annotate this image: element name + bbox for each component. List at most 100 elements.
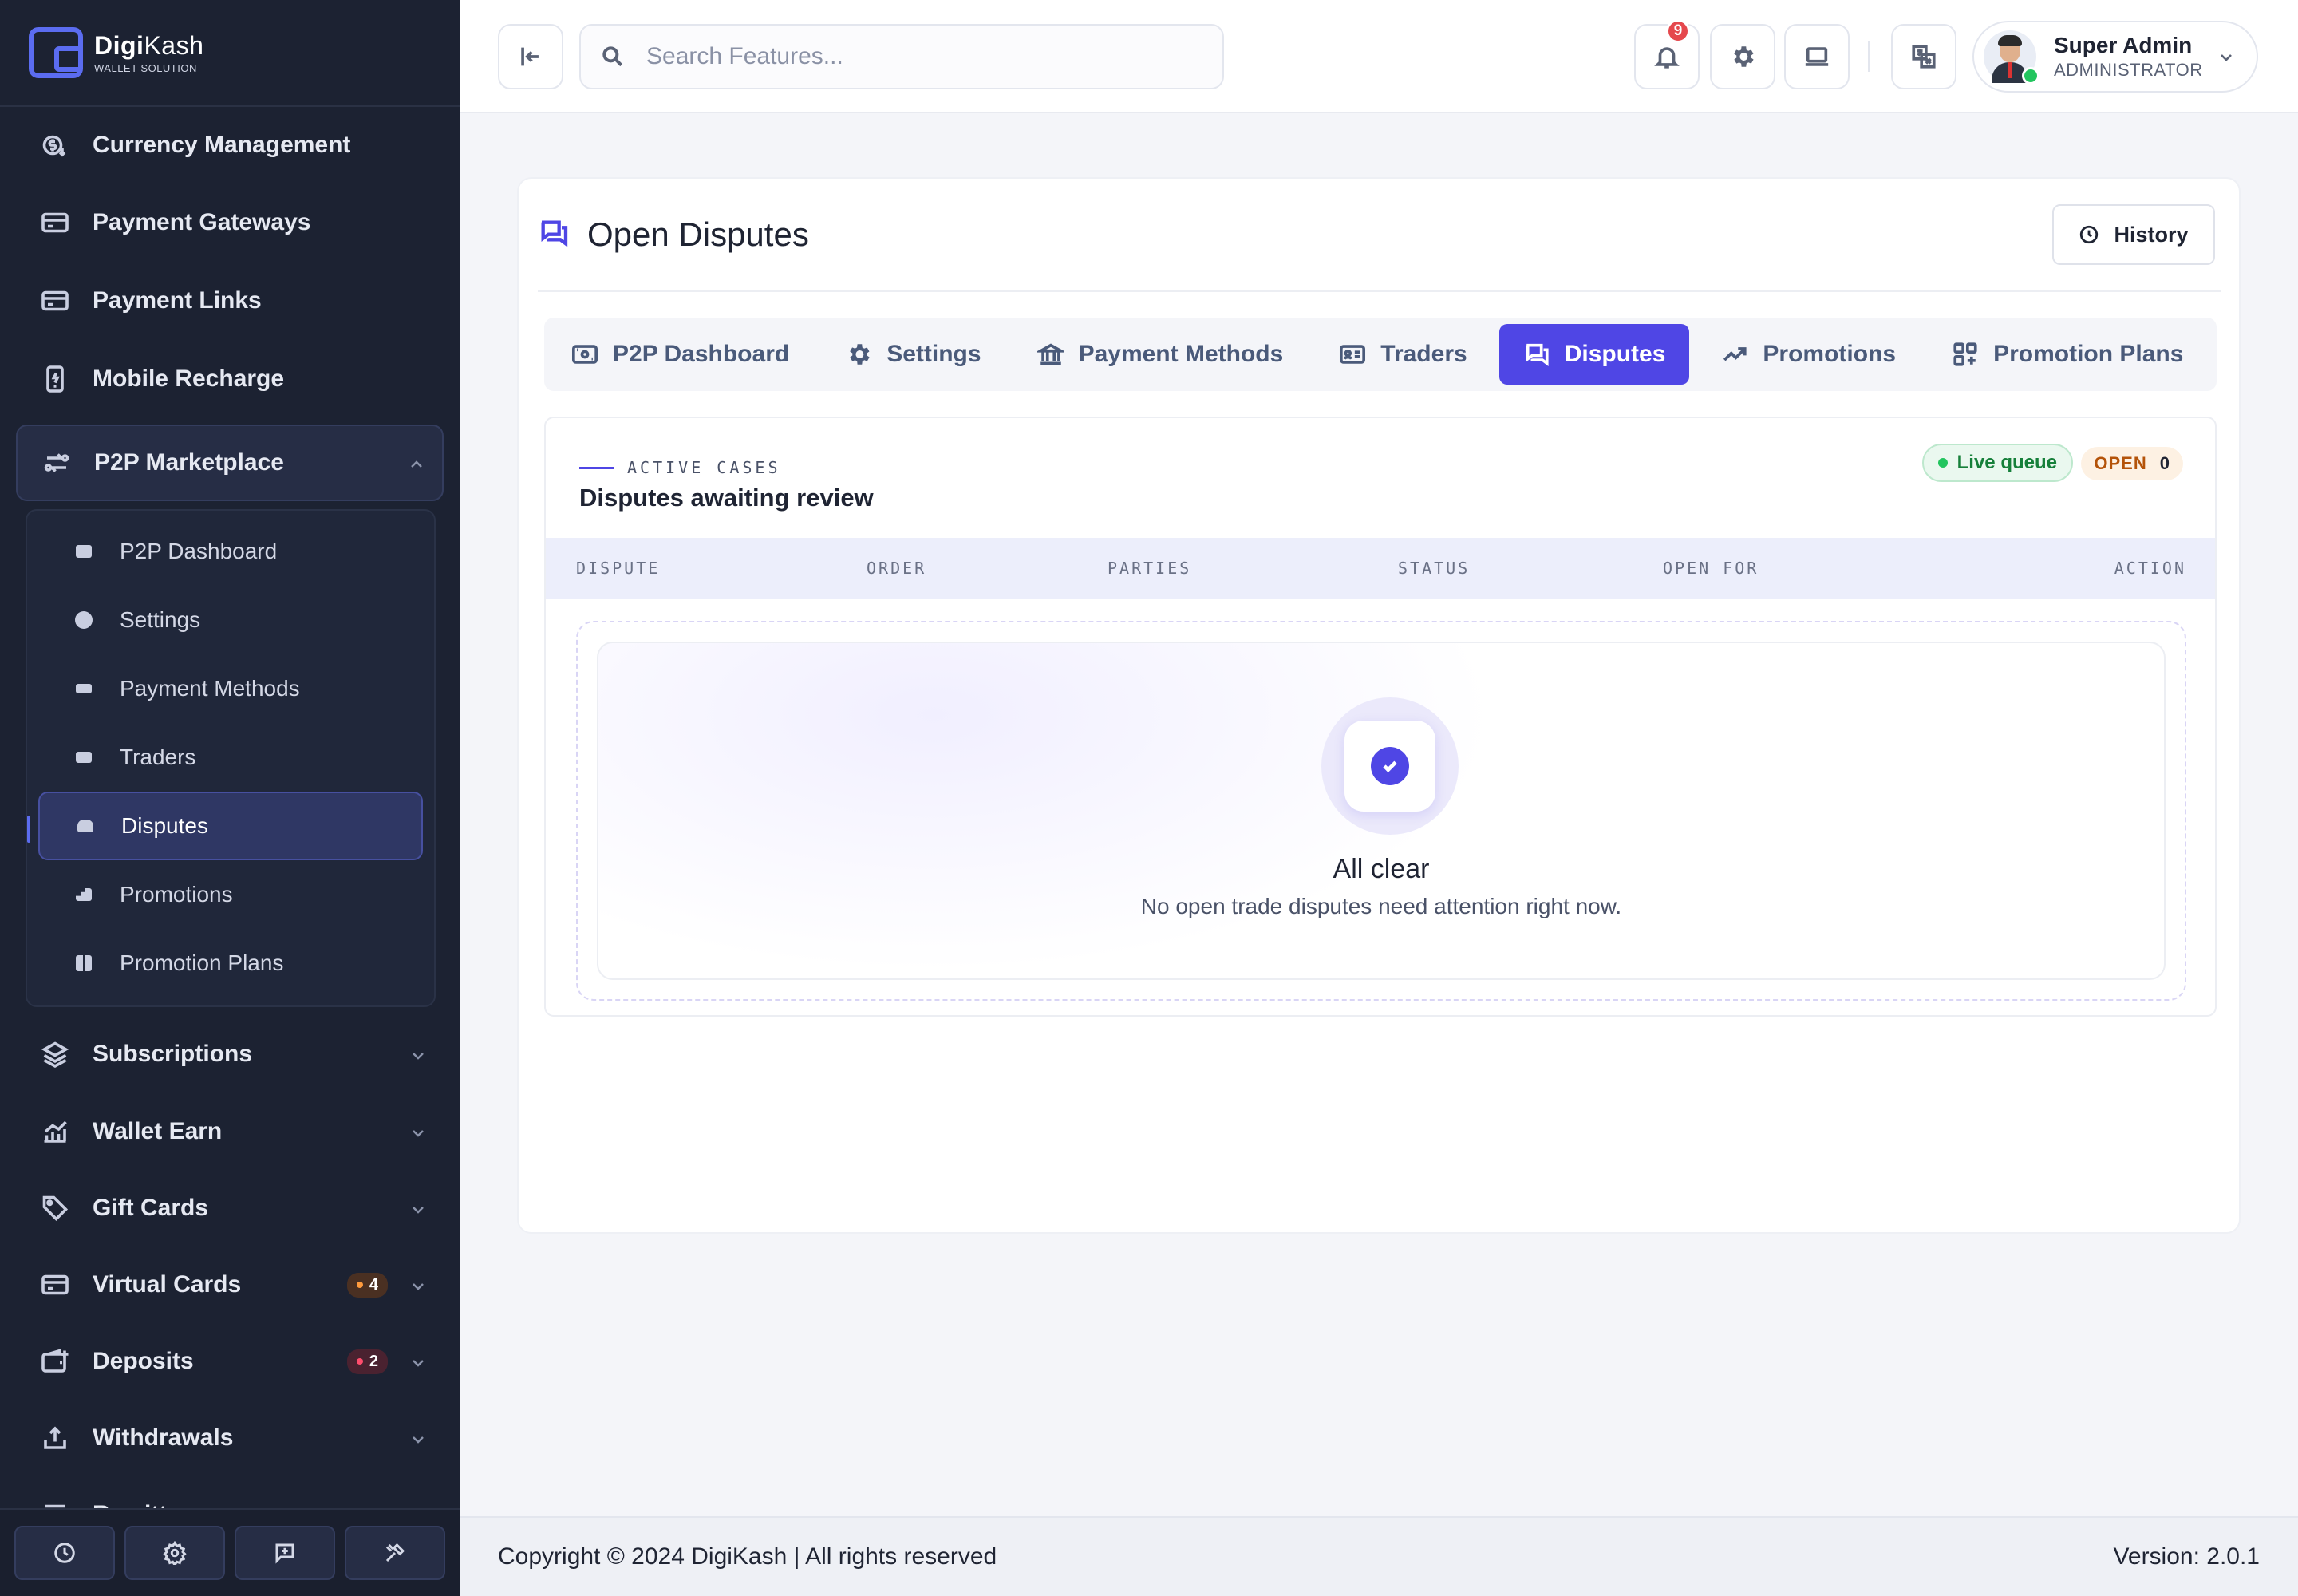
settings-button[interactable] [124,1526,225,1580]
sidebar-item-currency-management[interactable]: Currency Management [0,107,460,184]
sidebar-item-withdrawals[interactable]: Withdrawals [0,1400,460,1476]
sidebar-subitem-payment-methods[interactable]: Payment Methods [38,654,423,723]
logo[interactable]: DigiKash WALLET SOLUTION [0,0,460,107]
wallet-icon [40,1346,70,1377]
empty-state-frame: All clear No open trade disputes need at… [576,621,2186,1001]
table-header: DISPUTE ORDER PARTIES STATUS OPEN FOR AC… [546,538,2215,598]
gear-icon [1734,46,1754,67]
tab-payment-methods[interactable]: Payment Methods [1013,324,1308,385]
sidebar-subitem-promotion-plans[interactable]: Promotion Plans [38,929,423,998]
settings-button[interactable] [1710,24,1775,89]
chevron-up-icon [407,453,426,472]
sidebar-item-wallet-earn[interactable]: Wallet Earn [0,1093,460,1170]
live-queue-badge: Live queue [1921,444,2073,482]
sidebar: DigiKash WALLET SOLUTION Currency Manage… [0,0,460,1596]
sidebar-subitem-traders[interactable]: Traders [38,723,423,792]
column-header-order: ORDER [867,559,927,578]
chevron-down-icon [409,1045,428,1064]
column-header-status: STATUS [1398,559,1471,578]
version-text: Version: 2.0.1 [2113,1543,2260,1570]
tab-promotion-plans[interactable]: Promotion Plans [1928,324,2207,385]
sidebar-subitem-settings[interactable]: Settings [38,586,423,654]
card-icon [40,286,70,316]
history-button[interactable]: History [2052,204,2215,265]
tab-promotions[interactable]: Promotions [1697,324,1920,385]
tools-icon [385,1543,405,1562]
tab-p2p-dashboard[interactable]: P2P Dashboard [547,324,813,385]
check-circle-icon [1371,747,1409,785]
empty-state-title: All clear [1333,854,1430,884]
chart-icon [40,1116,70,1147]
wallet-logo-icon [29,27,83,78]
id-card-icon [75,749,93,766]
brand-tagline: WALLET SOLUTION [94,62,197,74]
gear-icon [75,611,93,629]
sidebar-item-payment-links[interactable]: Payment Links [0,262,460,340]
sidebar-item-subscriptions[interactable]: Subscriptions [0,1015,460,1093]
clock-icon [2080,225,2099,244]
translate-icon [1912,45,1936,69]
bank-icon [1036,343,1064,365]
clock-icon [54,1543,75,1563]
chat-icon [538,217,570,253]
open-count-badge: OPEN 0 [2081,447,2183,480]
column-header-dispute: DISPUTE [576,559,661,578]
user-profile-menu[interactable]: Super Admin ADMINISTRATOR [1972,21,2258,93]
chevron-down-icon [2217,48,2236,71]
search-bar [579,24,1224,89]
display-mode-button[interactable] [1784,24,1850,89]
tab-settings[interactable]: Settings [821,324,1005,385]
empty-state-message: No open trade disputes need attention ri… [1140,894,1622,918]
notification-count-badge: 9 [1666,19,1690,43]
dashboard-icon [75,543,93,560]
column-header-parties: PARTIES [1108,559,1192,578]
empty-state-badge [1321,697,1459,835]
sidebar-item-payment-gateways[interactable]: Payment Gateways [0,184,460,262]
bell-icon [1654,47,1680,69]
gear-icon [163,1541,187,1565]
add-message-button[interactable] [235,1526,335,1580]
gear-icon [850,344,870,365]
search-input[interactable] [646,43,1189,70]
sidebar-item-p2p-marketplace[interactable]: P2P Marketplace [16,425,444,501]
bar-chart-icon [75,886,93,903]
card-header: Open Disputes History [538,179,2221,292]
collapse-left-icon [521,47,539,66]
deposits-badge: 2 [346,1349,388,1374]
panel-eyebrow: ACTIVE CASES [579,458,781,477]
sidebar-subitem-p2p-dashboard[interactable]: P2P Dashboard [38,517,423,586]
sidebar-subitem-promotions[interactable]: Promotions [38,860,423,929]
clock-button[interactable] [14,1526,115,1580]
search-icon [602,46,623,67]
sidebar-item-virtual-cards[interactable]: Virtual Cards 4 [0,1246,460,1323]
column-header-open-for: OPEN FOR [1663,559,1759,578]
grid-icon [75,954,93,972]
sidebar-subitem-disputes[interactable]: Disputes [27,792,423,860]
chevron-down-icon [409,1428,428,1448]
tools-button[interactable] [345,1526,445,1580]
language-button[interactable] [1891,24,1956,89]
avatar [1984,30,2039,85]
card-icon [40,1270,70,1300]
disputes-panel: ACTIVE CASES Disputes awaiting review Li… [544,417,2217,1017]
sidebar-item-deposits[interactable]: Deposits 2 [0,1323,460,1400]
notifications-button[interactable]: 9 [1634,19,1700,89]
laptop-icon [1805,47,1829,66]
sidebar-item-gift-cards[interactable]: Gift Cards [0,1170,460,1246]
online-status-dot [2022,67,2039,85]
chevron-down-icon [409,1199,428,1218]
tab-disputes[interactable]: Disputes [1498,324,1690,385]
tab-traders[interactable]: Traders [1315,324,1491,385]
user-name: Super Admin [2054,33,2193,57]
disputes-card: Open Disputes History P2P Dashboard Sett… [517,177,2241,1234]
tag-icon [40,1193,70,1223]
chevron-down-icon [409,1275,428,1294]
footer: Copyright © 2024 DigiKash | All rights r… [460,1516,2298,1596]
collapse-sidebar-button[interactable] [498,24,563,89]
sidebar-item-mobile-recharge[interactable]: Mobile Recharge [0,340,460,418]
trend-icon [1724,347,1747,361]
user-role: ADMINISTRATOR [2054,60,2203,80]
dashboard-icon [571,345,598,364]
sidebar-quick-actions [0,1508,460,1596]
chevron-down-icon [409,1352,428,1371]
